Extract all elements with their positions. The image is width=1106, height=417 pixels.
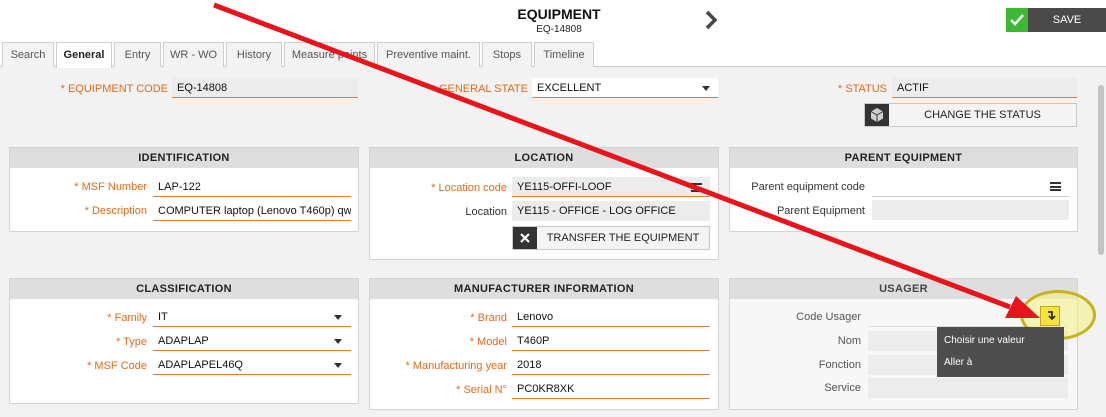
tab-search[interactable]: Search [2,42,54,67]
general-state-label: * GENERAL STATE [431,83,528,95]
status-field[interactable]: ACTIF [892,78,1077,98]
serial-field[interactable]: PC0KR8XK [512,379,710,399]
cube-icon [865,104,889,126]
location-label: Location [465,206,507,218]
msf-number-field[interactable]: LAP-122 [153,177,351,197]
location-code-label: * Location code [431,182,507,194]
parent-equipment-title: PARENT EQUIPMENT [730,148,1077,168]
parent-equipment-field [872,200,1069,220]
location-title: LOCATION [370,148,718,168]
check-icon[interactable] [1006,8,1028,32]
manufacturer-title: MANUFACTURER INFORMATION [370,279,718,299]
location-field: YE115 - OFFICE - LOG OFFICE [512,201,710,221]
model-field[interactable]: T460P [512,331,710,351]
required-marker: * [469,336,474,348]
chevron-down-icon[interactable] [702,86,710,91]
tab-bar: Search General Entry WR - WO History Mea… [0,40,1106,68]
manufacturing-year-label: * Manufacturing year [405,360,507,372]
msf-code-select[interactable]: ADAPLAPEL46Q [153,355,351,375]
header-bar: EQUIPMENT EQ-14808 SAVE [0,0,1106,40]
description-label: * Description [84,205,147,217]
tab-history[interactable]: History [226,42,282,67]
required-marker: * [107,312,112,324]
location-code-field[interactable]: YE115-OFFI-LOOF [512,177,710,197]
required-marker: * [60,83,65,95]
msf-number-label: * MSF Number [74,181,147,193]
tab-measure-points[interactable]: Measure points [284,42,375,67]
chevron-right-icon[interactable] [704,10,718,30]
chevron-down-icon[interactable] [334,363,342,368]
equipment-code-label: * EQUIPMENT CODE [60,83,168,95]
save-button[interactable]: SAVE [1028,8,1106,32]
redirect-arrow-button[interactable] [1040,306,1060,326]
family-label: * Family [107,312,147,324]
parent-code-label: Parent equipment code [751,181,865,193]
brand-field[interactable]: Lenovo [512,307,710,327]
context-menu: Choisir une valeur Aller à [937,327,1064,377]
status-label: * STATUS [837,83,887,95]
required-marker: * [456,384,461,396]
menu-icon[interactable] [691,183,702,192]
code-usager-label: Code Usager [796,311,861,323]
menu-item-go-to[interactable]: Aller à [944,357,972,368]
scrollbar-thumb[interactable] [1098,85,1104,255]
service-field [868,378,1068,398]
brand-label: * Brand [470,312,507,324]
type-label: * Type [116,336,147,348]
tab-general[interactable]: General [56,42,112,68]
transfer-equipment-button[interactable]: TRANSFER THE EQUIPMENT [512,226,710,250]
menu-icon[interactable] [1050,182,1061,191]
menu-item-choose-value[interactable]: Choisir une valeur [944,335,1025,346]
transfer-equipment-label: TRANSFER THE EQUIPMENT [546,232,700,244]
tab-stops[interactable]: Stops [482,42,532,67]
description-field[interactable]: COMPUTER laptop (Lenovo T460p) qwert [153,201,351,221]
parent-code-field[interactable] [872,177,1069,197]
required-marker: * [431,83,436,95]
usager-title: USAGER [730,279,1077,299]
manufacturing-year-field[interactable]: 2018 [512,355,710,375]
type-select[interactable]: ADAPLAP [153,331,351,351]
tab-entry[interactable]: Entry [114,42,161,67]
family-select[interactable]: IT [153,307,351,327]
chevron-down-icon[interactable] [334,315,342,320]
arrow-down-icon [1048,311,1056,321]
fonction-label: Fonction [818,359,861,371]
change-status-label: CHANGE THE STATUS [924,109,1041,121]
required-marker: * [431,182,436,194]
nom-label: Nom [837,335,861,347]
required-marker: * [74,181,79,193]
required-marker: * [87,360,92,372]
general-state-select[interactable]: EXCELLENT [532,78,718,98]
close-icon [513,227,537,249]
general-state-value: EXCELLENT [537,82,602,94]
equipment-code-field[interactable]: EQ-14808 [172,78,358,98]
required-marker: * [405,360,410,372]
required-marker: * [470,312,475,324]
service-label: Service [824,382,861,394]
chevron-down-icon[interactable] [334,339,342,344]
scrollbar[interactable] [1096,67,1106,417]
change-status-button[interactable]: CHANGE THE STATUS [864,103,1077,127]
classification-title: CLASSIFICATION [10,279,358,299]
required-marker: * [837,83,843,95]
tab-wr-wo[interactable]: WR - WO [163,42,224,67]
identification-title: IDENTIFICATION [10,148,358,168]
parent-equipment-label: Parent Equipment [776,205,865,217]
page-subtitle: EQ-14808 [536,24,582,35]
tab-timeline[interactable]: Timeline [534,42,594,67]
page-title: EQUIPMENT [517,6,601,22]
model-label: * Model [469,336,507,348]
serial-label: * Serial N° [456,384,507,396]
required-marker: * [84,205,89,217]
msf-code-label: * MSF Code [87,360,147,372]
required-marker: * [116,336,121,348]
tab-preventive-maint[interactable]: Preventive maint. [377,42,480,67]
